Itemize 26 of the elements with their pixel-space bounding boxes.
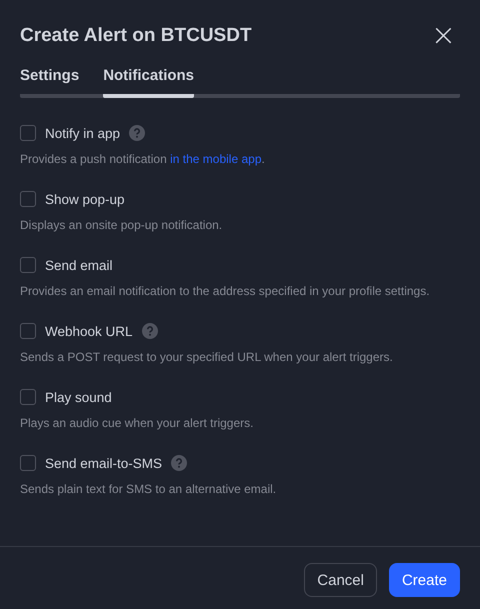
option-label: Show pop-up	[45, 192, 125, 206]
cancel-button[interactable]: Cancel	[304, 563, 377, 597]
option-description: Plays an audio cue when your alert triggers.	[20, 415, 254, 432]
checkbox[interactable]	[20, 323, 36, 339]
help-icon[interactable]	[171, 455, 188, 471]
option-description: Provides a push notification in the mobile app.	[20, 151, 266, 168]
help-icon[interactable]	[142, 323, 158, 339]
checkbox[interactable]	[20, 455, 36, 471]
option-label: Webhook URL	[45, 324, 133, 338]
option-description: Sends plain text for SMS to an alternative email.	[20, 481, 278, 498]
checkbox[interactable]	[20, 191, 36, 207]
option-label: Play sound	[45, 390, 112, 404]
option-description: Displays an onsite pop-up notification.	[20, 217, 224, 234]
tab[interactable]: Notifications	[103, 64, 194, 98]
dialog-title: Create Alert on BTCUSDT	[20, 25, 252, 47]
checkbox[interactable]	[20, 257, 36, 273]
option-label: Notify in app	[45, 126, 120, 140]
checkbox[interactable]	[20, 389, 36, 405]
option-label: Send email-to-SMS	[45, 456, 162, 470]
help-icon[interactable]	[129, 125, 146, 141]
option-description: Provides an email notification to the address specified in your profile settings.	[20, 283, 430, 300]
option-label: Send email	[45, 258, 113, 272]
create-button[interactable]: Create	[388, 563, 460, 597]
checkbox[interactable]	[20, 125, 36, 141]
tab[interactable]: Settings	[20, 64, 80, 98]
option-description: Sends a POST request to your specified URL when your alert triggers.	[20, 349, 394, 366]
